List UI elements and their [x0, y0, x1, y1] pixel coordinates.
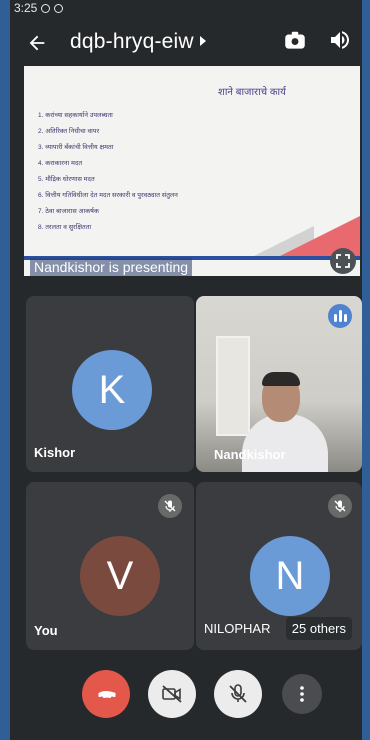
- meeting-code[interactable]: dqb-hryq-eiw: [70, 30, 194, 54]
- end-call-button[interactable]: [82, 670, 130, 718]
- fullscreen-icon: [336, 254, 350, 268]
- camera-off-icon: [162, 685, 182, 703]
- meet-screen: 3:25 dqb-hryq-eiw शाने बाजाराचे कार्य 1.…: [10, 0, 362, 740]
- slide-item: 5. मौद्रिक धोरणास मदत: [38, 176, 95, 183]
- participant-tile[interactable]: K Kishor: [26, 296, 194, 472]
- more-options-button[interactable]: [282, 674, 322, 714]
- participant-name: NILOPHAR: [204, 621, 271, 636]
- back-arrow-icon[interactable]: [26, 32, 48, 54]
- avatar: K: [72, 350, 152, 430]
- participant-name: Nandkishor: [214, 447, 286, 462]
- slide-item: 2. अतिरिक्त निधीचा वापर: [38, 128, 100, 135]
- others-count-button[interactable]: 25 others: [285, 617, 352, 640]
- speaker-icon[interactable]: [328, 28, 352, 52]
- mic-toggle-button[interactable]: [214, 670, 262, 718]
- fullscreen-button[interactable]: [330, 248, 356, 274]
- mic-muted-icon: [328, 494, 352, 518]
- end-call-icon: [98, 691, 116, 699]
- presentation-slide[interactable]: शाने बाजाराचे कार्य 1. करांच्या सहकार्या…: [24, 66, 360, 276]
- avatar: N: [250, 536, 330, 616]
- slide-list: 1. करांच्या सहकार्याने उपलब्धता 2. अतिरि…: [38, 108, 178, 236]
- switch-camera-icon[interactable]: [282, 28, 308, 54]
- speaking-indicator-icon: [328, 304, 352, 328]
- presenting-label: Nandkishor is presenting: [30, 258, 193, 276]
- participant-name: Kishor: [34, 445, 76, 460]
- notification-icon: [54, 3, 64, 13]
- status-time: 3:25: [14, 1, 38, 15]
- more-vert-icon: [300, 686, 304, 702]
- slide-item: 1. करांच्या सहकार्याने उपलब्धता: [38, 112, 113, 119]
- slide-item: 3. व्यापारी बँकांची वित्तीय क्षमता: [38, 144, 114, 151]
- chevron-right-icon[interactable]: [200, 36, 206, 46]
- participant-tile-video[interactable]: Nandkishor: [196, 296, 362, 472]
- top-bar: dqb-hryq-eiw: [10, 22, 362, 66]
- video-feed-person: [262, 372, 300, 386]
- mic-muted-icon: [158, 494, 182, 518]
- participant-tile-self[interactable]: V You: [26, 482, 194, 650]
- slide-item: 6. वित्तीय गतिविधीला देत मदत सरकारी व पु…: [38, 192, 178, 199]
- status-bar: 3:25: [14, 0, 64, 16]
- slide-item: 7. ठेवा बाजारास आकर्षक: [38, 208, 99, 215]
- camera-toggle-button[interactable]: [148, 670, 196, 718]
- avatar: V: [80, 536, 160, 616]
- participant-name: You: [34, 623, 58, 638]
- whatsapp-icon: [41, 3, 51, 13]
- video-feed-background: [216, 336, 250, 436]
- slide-item: 4. कराकारना मदत: [38, 160, 83, 167]
- slide-title: शाने बाजाराचे कार्य: [218, 87, 286, 98]
- participant-tile[interactable]: N NILOPHAR 25 others: [196, 482, 362, 650]
- mic-off-icon: [229, 684, 247, 703]
- slide-item: 8. तरलता व सुरक्षितता: [38, 224, 92, 231]
